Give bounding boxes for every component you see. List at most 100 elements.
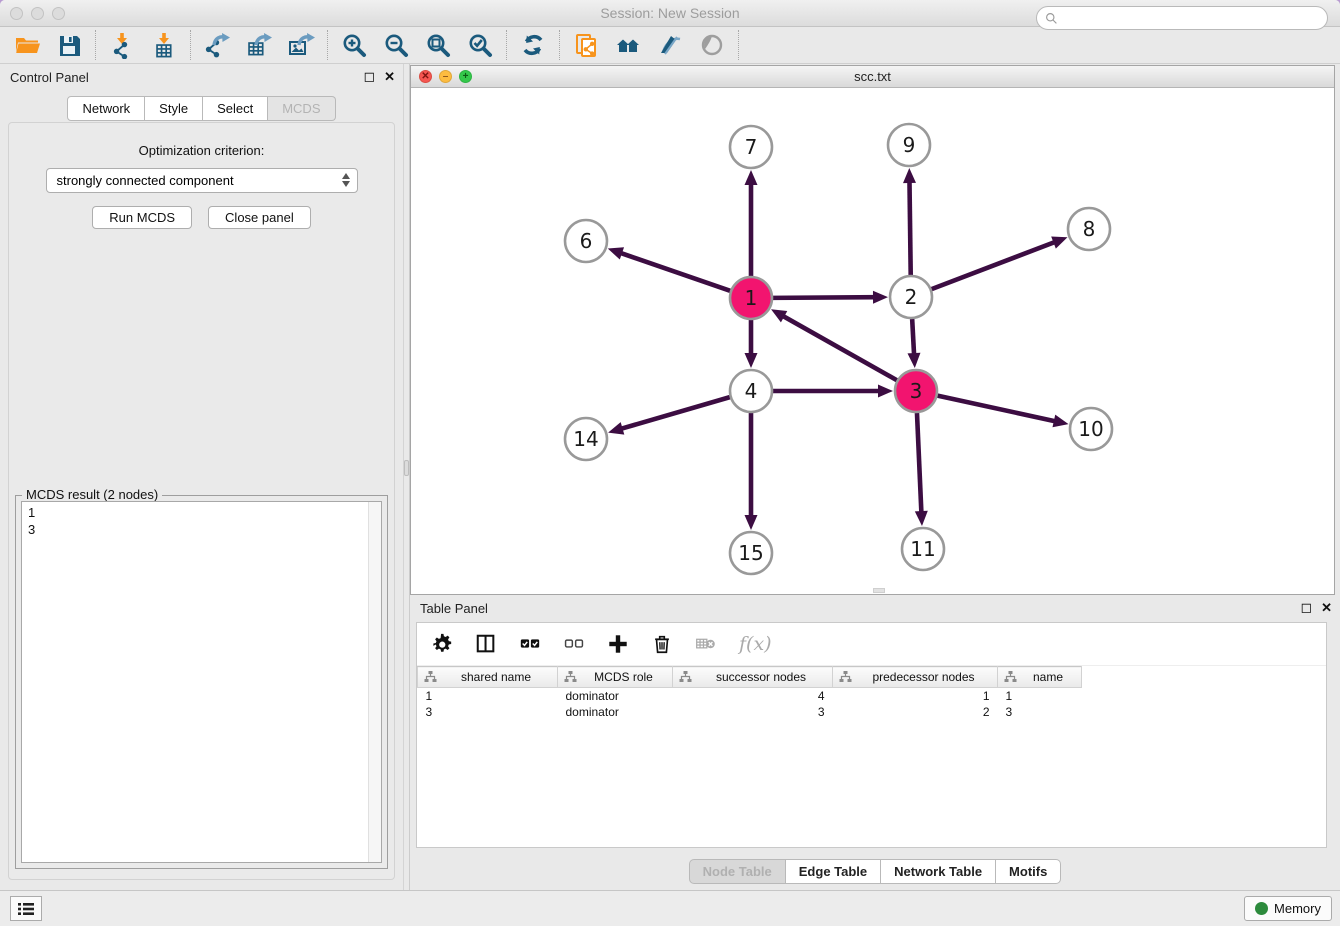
mcds-result-title: MCDS result (2 nodes) [22, 487, 162, 502]
edge-2-8[interactable] [932, 236, 1068, 289]
graph-node-15[interactable]: 15 [730, 532, 772, 574]
graph-node-1[interactable]: 1 [730, 277, 772, 319]
mcds-result-textarea[interactable]: 1 3 [21, 501, 382, 863]
first-neighbors-button[interactable] [607, 28, 649, 62]
zoom-out-button[interactable] [375, 28, 417, 62]
column-header-successor-nodes[interactable]: successor nodes [673, 667, 833, 688]
network-resize-grip[interactable] [873, 588, 885, 593]
zoom-in-button[interactable] [333, 28, 375, 62]
edge-1-4[interactable] [745, 320, 758, 368]
graph-node-6[interactable]: 6 [565, 220, 607, 262]
table-cell[interactable]: 3 [418, 704, 558, 720]
graph-node-9[interactable]: 9 [888, 124, 930, 166]
edge-arrowhead-icon [903, 168, 916, 183]
edge-4-15[interactable] [745, 413, 758, 530]
edge-3-10[interactable] [937, 396, 1068, 428]
splitter-grip[interactable] [404, 460, 409, 476]
delete-table-button[interactable] [695, 633, 717, 655]
edge-3-1[interactable] [771, 309, 897, 380]
table-cell-filler [1082, 688, 1327, 704]
tab-mcds[interactable]: MCDS [268, 96, 335, 121]
tab-node-table[interactable]: Node Table [689, 859, 786, 884]
tab-network-table[interactable]: Network Table [881, 859, 996, 884]
mcds-result-scrollbar[interactable] [368, 502, 381, 862]
edge-4-14[interactable] [608, 397, 730, 434]
optimization-criterion-select[interactable]: strongly connected component [46, 168, 358, 193]
graph-node-10[interactable]: 10 [1070, 408, 1112, 450]
zoom-selected-button[interactable] [459, 28, 501, 62]
application-window: Session: New Session Control Panel ◻ ✕ [0, 0, 1340, 926]
run-mcds-button[interactable]: Run MCDS [92, 206, 192, 229]
graph-node-8[interactable]: 8 [1068, 208, 1110, 250]
open-file-button[interactable] [6, 28, 48, 62]
close-table-panel-icon[interactable]: ✕ [1321, 600, 1332, 615]
network-canvas[interactable]: 7 9 6 8 1 2 4 3 14 10 15 11 [411, 88, 1334, 595]
float-panel-icon[interactable]: ◻ [363, 69, 375, 84]
tab-network[interactable]: Network [67, 96, 145, 121]
tab-style[interactable]: Style [145, 96, 203, 121]
edge-2-3[interactable] [907, 319, 920, 368]
edge-4-3[interactable] [773, 385, 893, 398]
edge-1-6[interactable] [608, 247, 730, 291]
network-window-titlebar[interactable]: ✕ – + scc.txt [411, 66, 1334, 88]
table-cell[interactable]: 2 [833, 704, 998, 720]
save-session-button[interactable] [48, 28, 90, 62]
table-cell[interactable]: 3 [673, 704, 833, 720]
column-header-predecessor-nodes[interactable]: predecessor nodes [833, 667, 998, 688]
memory-button[interactable]: Memory [1244, 896, 1332, 921]
table-cell[interactable]: 3 [998, 704, 1082, 720]
hide-selected-button[interactable] [649, 28, 691, 62]
table-panel-tabs: Node TableEdge TableNetwork TableMotifs [410, 859, 1340, 884]
table-cell[interactable]: 1 [418, 688, 558, 704]
table-cell[interactable]: dominator [558, 704, 673, 720]
panel-splitter[interactable] [403, 64, 410, 890]
deselect-all-button[interactable] [563, 633, 585, 655]
tab-edge-table[interactable]: Edge Table [786, 859, 881, 884]
graph-node-4[interactable]: 4 [730, 370, 772, 412]
table-cell[interactable]: 1 [833, 688, 998, 704]
import-network-button[interactable] [101, 28, 143, 62]
edge-3-11[interactable] [915, 413, 928, 526]
close-panel-button[interactable]: Close panel [208, 206, 311, 229]
node-label: 11 [910, 537, 935, 561]
export-image-button[interactable] [280, 28, 322, 62]
function-builder-button[interactable]: f(x) [739, 633, 772, 655]
table-cell[interactable]: 4 [673, 688, 833, 704]
zoom-fit-button[interactable] [417, 28, 459, 62]
table-row[interactable]: 3dominator323 [418, 704, 1327, 720]
float-table-panel-icon[interactable]: ◻ [1300, 600, 1312, 615]
graph-node-3[interactable]: 3 [895, 370, 937, 412]
import-table-button[interactable] [143, 28, 185, 62]
new-network-from-selection-button[interactable] [565, 28, 607, 62]
export-network-button[interactable] [196, 28, 238, 62]
open-file-icon [14, 32, 41, 59]
search-input[interactable] [1058, 8, 1327, 28]
edge-2-9[interactable] [903, 168, 916, 275]
tab-select[interactable]: Select [203, 96, 268, 121]
edge-arrowhead-icon [608, 247, 624, 259]
graph-node-7[interactable]: 7 [730, 126, 772, 168]
select-all-button[interactable] [519, 633, 541, 655]
add-column-button[interactable] [607, 633, 629, 655]
show-all-button[interactable] [691, 28, 733, 62]
column-header-MCDS-role[interactable]: MCDS role [558, 667, 673, 688]
column-header-name[interactable]: name [998, 667, 1082, 688]
settings-gear-button[interactable] [431, 633, 453, 655]
export-table-button[interactable] [238, 28, 280, 62]
column-layout-button[interactable] [475, 633, 497, 655]
delete-column-button[interactable] [651, 633, 673, 655]
graph-node-14[interactable]: 14 [565, 418, 607, 460]
edge-1-7[interactable] [745, 170, 758, 276]
table-cell[interactable]: dominator [558, 688, 673, 704]
close-panel-icon[interactable]: ✕ [384, 69, 395, 84]
table-row[interactable]: 1dominator411 [418, 688, 1327, 704]
search-box[interactable] [1036, 6, 1328, 30]
graph-node-2[interactable]: 2 [890, 276, 932, 318]
column-header-shared-name[interactable]: shared name [418, 667, 558, 688]
table-cell[interactable]: 1 [998, 688, 1082, 704]
tab-motifs[interactable]: Motifs [996, 859, 1061, 884]
refresh-button[interactable] [512, 28, 554, 62]
task-history-button[interactable] [10, 896, 42, 921]
graph-node-11[interactable]: 11 [902, 528, 944, 570]
edge-1-2[interactable] [773, 291, 888, 304]
